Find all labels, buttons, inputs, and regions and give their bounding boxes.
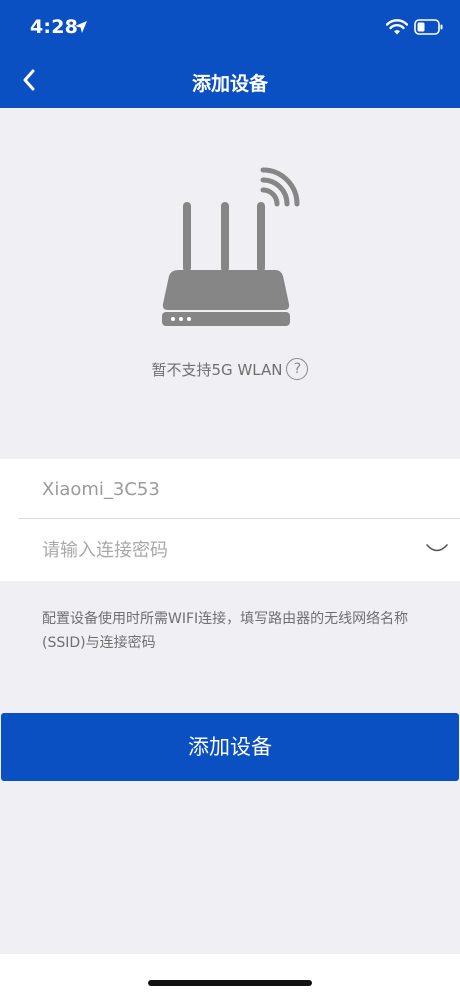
wifi-form	[0, 459, 460, 581]
status-bar: 4:28	[0, 0, 460, 56]
password-input[interactable]	[42, 520, 412, 580]
no-5g-text: 暂不支持5G WLAN	[151, 360, 283, 379]
location-arrow-icon	[75, 21, 87, 33]
ssid-row	[18, 459, 460, 519]
help-icon[interactable]: ?	[286, 358, 309, 380]
wifi-hint-text: 配置设备使用时所需WIFI连接，填写路由器的无线网络名称(SSID)与连接密码	[42, 611, 409, 651]
app-header: 4:28 添加设备	[0, 0, 460, 108]
wifi-icon	[386, 19, 408, 35]
bottom-safe-area	[0, 954, 460, 996]
status-time: 4:28	[30, 16, 79, 38]
navigation-bar: 添加设备	[0, 56, 460, 108]
home-indicator	[148, 980, 312, 986]
ssid-input[interactable]	[42, 459, 412, 519]
router-icon	[162, 167, 300, 326]
password-row	[18, 520, 460, 580]
no-5g-notice: 暂不支持5G WLAN ?	[0, 358, 460, 380]
battery-icon	[414, 19, 443, 35]
add-device-button[interactable]: 添加设备	[1, 713, 459, 781]
eye-closed-icon[interactable]	[426, 542, 448, 554]
page-title: 添加设备	[191, 73, 268, 95]
